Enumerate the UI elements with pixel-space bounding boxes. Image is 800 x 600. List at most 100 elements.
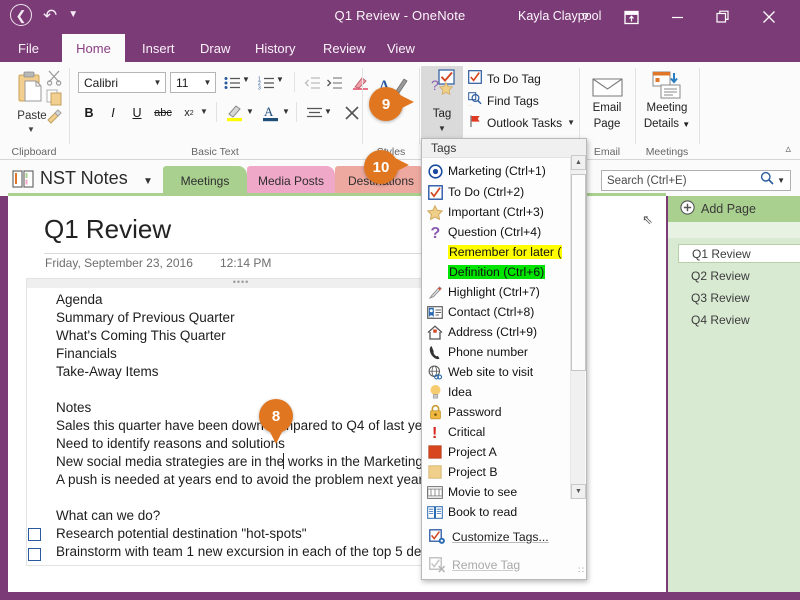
tag-option-marketing[interactable]: Marketing (Ctrl+1) — [422, 161, 557, 181]
font-size-combobox[interactable]: 11 ▼ — [170, 72, 216, 93]
italic-button[interactable]: I — [104, 104, 122, 122]
note-line[interactable]: Summary of Previous Quarter — [56, 310, 235, 325]
note-line[interactable]: Agenda — [56, 292, 103, 307]
note-line[interactable]: Take-Away Items — [56, 364, 159, 379]
close-button[interactable] — [746, 0, 792, 34]
todo-checkbox[interactable] — [28, 528, 41, 541]
text-highlight-icon[interactable] — [224, 102, 246, 122]
chevron-down-icon[interactable]: ▼ — [567, 118, 575, 127]
tags-scrollbar[interactable]: ▲ ▼ — [570, 155, 586, 499]
resize-grip-icon[interactable]: ∷ — [578, 565, 584, 576]
bold-button[interactable]: B — [80, 104, 98, 122]
notebook-icon[interactable] — [12, 170, 34, 188]
tab-history[interactable]: History — [243, 34, 307, 62]
email-page-label-2[interactable]: Page — [580, 118, 634, 130]
page-item-q1-review[interactable]: Q1 Review — [678, 244, 800, 263]
tag-option-remember-for-later[interactable]: Remember for later ( — [422, 242, 563, 262]
note-line[interactable]: Sales this quarter have been down compar… — [56, 418, 434, 433]
font-name-combobox[interactable]: Calibri ▼ — [78, 72, 166, 93]
meeting-details-icon[interactable] — [652, 70, 684, 105]
search-input[interactable]: Search (Ctrl+E) — [602, 175, 760, 187]
outlook-tasks-button[interactable]: Outlook Tasks ▼ — [468, 114, 575, 131]
find-tags-button[interactable]: Find Tags — [468, 92, 539, 111]
section-tab-media-posts[interactable]: Media Posts — [247, 166, 335, 196]
customize-quick-access-icon[interactable]: ▼ — [68, 10, 78, 20]
to-do-tag-button[interactable]: To Do Tag — [468, 70, 541, 87]
search-box[interactable]: Search (Ctrl+E) ▼ — [601, 170, 791, 191]
tag-dropdown-caret[interactable]: ▼ — [421, 124, 463, 133]
meeting-details-label-1[interactable]: Meeting — [636, 102, 698, 114]
tag-option-project-a[interactable]: Project A — [422, 442, 557, 462]
email-page-label-1[interactable]: Email — [580, 102, 634, 114]
collapse-ribbon-icon[interactable]: ▵ — [785, 142, 791, 155]
customize-tags-button[interactable]: Customize Tags... — [422, 524, 586, 550]
scroll-down-arrow[interactable]: ▼ — [571, 484, 586, 499]
numbering-dropdown-caret[interactable]: ▼ — [276, 75, 284, 84]
scroll-up-arrow[interactable]: ▲ — [571, 155, 586, 170]
font-color-dropdown-caret[interactable]: ▼ — [282, 107, 290, 116]
section-tab-meetings[interactable]: Meetings — [163, 166, 247, 196]
tag-option-project-b[interactable]: Project B — [422, 462, 557, 482]
tag-option-question[interactable]: ? Question (Ctrl+4) — [422, 222, 557, 242]
page-item-q4-review[interactable]: Q4 Review — [678, 310, 800, 329]
align-icon[interactable] — [304, 104, 324, 122]
tag-option-phone-number[interactable]: Phone number — [422, 342, 557, 362]
clear-all-formatting-icon[interactable] — [342, 103, 362, 123]
subscript-button[interactable]: x2 — [180, 104, 198, 122]
tag-option-important[interactable]: Important (Ctrl+3) — [422, 202, 557, 222]
help-button[interactable]: ? — [562, 0, 608, 34]
note-line[interactable]: A push is needed at years end to avoid t… — [56, 472, 423, 487]
meeting-details-label-2[interactable]: Details ▼ — [636, 118, 698, 130]
note-line[interactable]: Need to identify reasons and solutions — [56, 436, 285, 451]
font-color-icon[interactable]: A — [260, 102, 282, 122]
ribbon-display-options-icon[interactable] — [608, 0, 654, 34]
strikethrough-button[interactable]: abc — [152, 104, 174, 122]
note-line[interactable]: What's Coming This Quarter — [56, 328, 226, 343]
tags-dropdown-menu[interactable]: Tags Marketing (Ctrl+1) To Do (Ctrl+2) I… — [421, 138, 587, 580]
note-line[interactable]: What can we do? — [56, 508, 160, 523]
page-item-q2-review[interactable]: Q2 Review — [678, 266, 800, 285]
tag-gallery-button[interactable]: ? Tag ▼ — [421, 66, 463, 140]
tab-review[interactable]: Review — [311, 34, 378, 62]
notebook-name[interactable]: NST Notes — [40, 168, 128, 189]
tag-option-contact[interactable]: Contact (Ctrl+8) — [422, 302, 557, 322]
tag-option-book-to-read[interactable]: Book to read — [422, 502, 557, 522]
envelope-icon[interactable] — [592, 74, 623, 103]
expand-arrow-icon[interactable]: ⇖ — [642, 212, 653, 228]
tab-draw[interactable]: Draw — [188, 34, 242, 62]
bullets-icon[interactable] — [222, 73, 242, 92]
tab-insert[interactable]: Insert — [130, 34, 187, 62]
back-circle-icon[interactable]: ❮ — [10, 4, 32, 26]
todo-checkbox[interactable] — [28, 548, 41, 561]
page-item-q3-review[interactable]: Q3 Review — [678, 288, 800, 307]
restore-button[interactable] — [700, 0, 746, 34]
tag-option-highlight[interactable]: Highlight (Ctrl+7) — [422, 282, 557, 302]
undo-icon[interactable]: ↶ — [43, 7, 57, 24]
note-line[interactable]: Notes — [56, 400, 91, 415]
decrease-indent-icon[interactable] — [302, 73, 322, 92]
search-chevron-down-icon[interactable]: ▼ — [777, 176, 790, 185]
tag-option-critical[interactable]: ! Critical — [422, 422, 557, 442]
search-icon[interactable] — [760, 171, 777, 190]
add-page-button[interactable]: Add Page — [668, 196, 800, 222]
note-line[interactable]: Financials — [56, 346, 117, 361]
note-container-handle[interactable]: •••• — [26, 278, 456, 288]
notebook-chevron-down-icon[interactable]: ▼ — [143, 176, 153, 187]
tag-option-to-do[interactable]: To Do (Ctrl+2) — [422, 182, 557, 202]
paste-dropdown-caret[interactable]: ▼ — [27, 125, 35, 134]
page-time[interactable]: 12:14 PM — [220, 256, 271, 270]
align-dropdown-caret[interactable]: ▼ — [324, 107, 332, 116]
increase-indent-icon[interactable] — [324, 73, 344, 92]
numbering-icon[interactable]: 123 — [256, 73, 276, 92]
format-painter-icon[interactable] — [46, 108, 64, 125]
tag-option-idea[interactable]: Idea — [422, 382, 557, 402]
underline-button[interactable]: U — [128, 104, 146, 122]
copy-icon[interactable] — [46, 89, 64, 106]
page-date[interactable]: Friday, September 23, 2016 — [45, 256, 193, 270]
tag-option-web-site-to-visit[interactable]: Web site to visit — [422, 362, 557, 382]
scissors-icon[interactable] — [46, 69, 64, 86]
tag-option-movie-to-see[interactable]: Movie to see — [422, 482, 557, 502]
bullets-dropdown-caret[interactable]: ▼ — [242, 75, 250, 84]
subscript-dropdown-caret[interactable]: ▼ — [200, 107, 208, 116]
highlight-dropdown-caret[interactable]: ▼ — [246, 107, 254, 116]
